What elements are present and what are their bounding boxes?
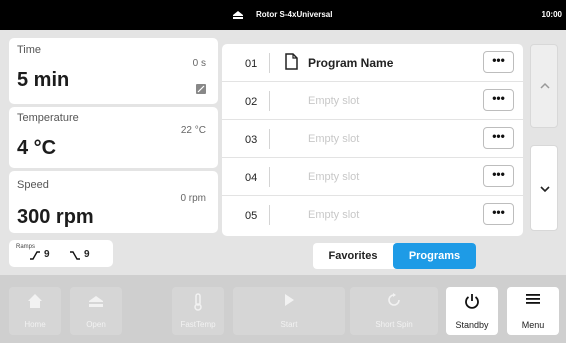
empty-slot-label: Empty slot [308,133,360,145]
start-label: Start [280,320,298,329]
bottom-toolbar: Home Open FastTemp Start Short Spin Stan… [0,275,566,343]
time-value: 5 min [17,69,70,91]
program-number: 03 [245,134,258,146]
row-divider [269,129,270,149]
standby-button[interactable]: Standby [446,287,498,335]
rotor-icon [233,11,243,19]
thermometer-icon [172,293,224,311]
home-icon [9,293,61,311]
temperature-value: 4 °C [17,137,57,159]
empty-slot-label: Empty slot [308,171,360,183]
program-row[interactable]: 04 Empty slot ••• [222,158,523,196]
speed-card[interactable]: Speed 0 rpm 300 rpm [9,171,218,233]
start-button[interactable]: Start [233,287,345,335]
document-icon [285,53,298,70]
temperature-label: Temperature [17,112,79,124]
list-tabs: Favorites Programs [313,243,476,269]
empty-slot-label: Empty slot [308,209,360,221]
ramp-deceleration: 9 [69,249,90,260]
speed-current: 0 rpm [180,193,206,204]
more-options-button[interactable]: ••• [483,203,514,225]
rotor-name: Rotor S-4xUniversal [256,10,333,19]
clock: 10:00 [541,10,562,19]
program-row[interactable]: 02 Empty slot ••• [222,82,523,120]
scroll-down-button[interactable] [530,145,558,231]
ramp-down-icon [70,250,80,260]
speed-label: Speed [17,179,49,191]
temperature-card[interactable]: Temperature 22 °C 4 °C [9,107,218,168]
time-card[interactable]: Time 0 s 5 min [9,38,218,104]
ramp-acceleration-value: 9 [44,249,50,260]
menu-label: Menu [521,320,545,330]
ramp-acceleration: 9 [29,249,50,260]
more-options-button[interactable]: ••• [483,51,514,73]
fasttemp-button[interactable]: FastTemp [172,287,224,335]
row-divider [269,53,270,73]
short-spin-icon [350,293,438,311]
short-spin-label: Short Spin [375,320,413,329]
program-row[interactable]: 01 Program Name ••• [222,44,523,82]
more-options-button[interactable]: ••• [483,89,514,111]
open-lid-icon [70,293,122,311]
ramp-up-icon [30,250,40,260]
power-icon [446,293,498,311]
chevron-down-icon [540,186,550,193]
chevron-up-icon [540,82,550,89]
more-options-button[interactable]: ••• [483,165,514,187]
empty-slot-label: Empty slot [308,95,360,107]
more-options-button[interactable]: ••• [483,127,514,149]
edit-icon[interactable] [196,84,206,94]
open-label: Open [86,320,106,329]
program-number: 04 [245,172,258,184]
ramps-card[interactable]: Ramps 9 9 [9,240,113,267]
row-divider [269,167,270,187]
home-button[interactable]: Home [9,287,61,335]
program-row[interactable]: 05 Empty slot ••• [222,196,523,234]
temperature-current: 22 °C [180,125,206,136]
open-button[interactable]: Open [70,287,122,335]
ramp-deceleration-value: 9 [84,249,90,260]
program-list: 01 Program Name ••• 02 Empty slot ••• 03… [222,44,523,236]
row-divider [269,205,270,225]
time-current: 0 s [192,58,206,69]
status-bar: Rotor S-4xUniversal 10:00 [0,0,566,30]
home-label: Home [24,320,46,329]
program-row[interactable]: 03 Empty slot ••• [222,120,523,158]
scroll-up-button[interactable] [530,44,558,128]
speed-value: 300 rpm [17,206,94,228]
play-icon [233,293,345,311]
program-number: 01 [245,58,258,70]
program-number: 05 [245,210,258,222]
menu-icon [507,293,559,311]
menu-button[interactable]: Menu [507,287,559,335]
fasttemp-label: FastTemp [180,320,216,329]
standby-label: Standby [455,320,489,330]
tab-programs[interactable]: Programs [393,243,476,269]
tab-favorites[interactable]: Favorites [313,243,393,269]
program-name: Program Name [308,56,394,70]
program-number: 02 [245,96,258,108]
time-label: Time [17,44,42,56]
row-divider [269,91,270,111]
short-spin-button[interactable]: Short Spin [350,287,438,335]
